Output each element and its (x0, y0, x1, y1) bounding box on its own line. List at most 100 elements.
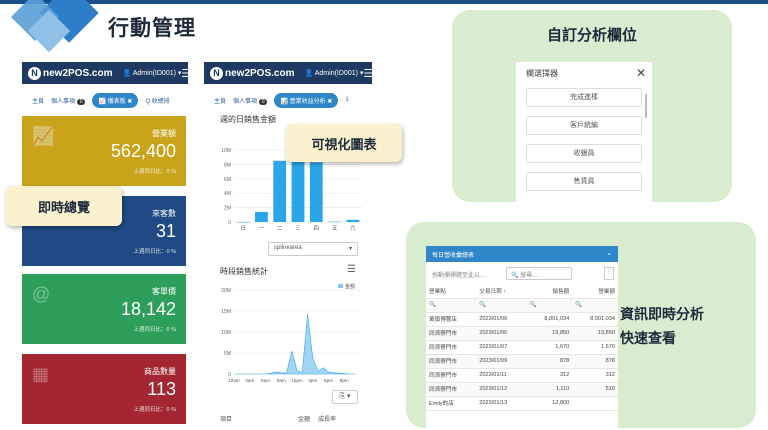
logo-icon: N (210, 66, 223, 80)
x-tick-label: 3pm (308, 378, 317, 383)
tab-sales-summary[interactable]: Q 收總排 (145, 96, 169, 105)
table-cell: Emily的店 (426, 396, 477, 411)
table-header-row: 營業點 交易日期 ↑ 銷售額 營業額 (426, 284, 618, 299)
user-menu[interactable]: 👤 Admin(ID001) ▾ (304, 69, 363, 77)
filter-search-icon[interactable]: 🔍 (526, 298, 573, 313)
tab-personal[interactable]: 個人事項 0 (233, 96, 268, 105)
filter-row: 🔍 🔍 🔍 🔍 (426, 298, 618, 313)
tab-home[interactable]: 主頁 (32, 96, 44, 105)
table-cell: 878 (526, 354, 573, 369)
filter-search-icon[interactable]: 🔍 (426, 298, 477, 313)
export-button[interactable]: ⎘ ▾ (332, 390, 358, 404)
table-cell: 19,850 (572, 326, 618, 341)
kpi-card-avg-ticket[interactable]: @ 客單價 18,142 上週同日比：0 % (22, 274, 186, 344)
kpi-title: 客單價 (152, 287, 176, 296)
col-item: 項目 (220, 417, 233, 423)
chevron-down-icon[interactable]: ⌄ (606, 249, 612, 257)
report-header[interactable]: 每日營收彙總表 ⌄ (426, 246, 618, 262)
close-icon[interactable]: ✕ (636, 66, 646, 80)
kpi-title: 營業額 (152, 129, 176, 138)
search-input[interactable]: 🔍 搜尋... (506, 267, 572, 280)
y-tick-label: 5M (224, 351, 231, 357)
table-row[interactable]: 同濟寮門市 2023/01/06 19,850 19,850 (426, 326, 618, 341)
chart-title-hourly: 時段銷售統計 (220, 267, 268, 276)
bar (291, 161, 305, 222)
tab-personal[interactable]: 個人事項 0 (51, 96, 86, 105)
x-tick-label: 12am (228, 378, 240, 383)
tab-more[interactable]: 1 (345, 97, 348, 103)
tab-dashboard[interactable]: 📈 儀表板 ✖ (92, 92, 139, 108)
kpi-compare: 上週同日比：0 % (133, 407, 176, 413)
hourly-sales-area-chart: 05M10M15M20M12am 3am 6am 9am 12pm 3pm 6pm 9pm金額 (221, 283, 360, 383)
slide: 行動管理 N new2POS.com 👤 Admin(ID001) ▾ ☰ 主頁… (0, 0, 768, 430)
col-header[interactable]: 交易日期 ↑ (476, 284, 527, 299)
bar (255, 211, 268, 222)
chooser-item[interactable]: 收銀員 (526, 144, 642, 163)
kpi-value: 562,400 (110, 141, 176, 161)
count-badge: 0 (258, 98, 268, 105)
legend-label: 金額 (345, 283, 355, 290)
table-row[interactable]: 同濟寮門市 2023/01/11 312 312 (426, 368, 618, 383)
x-tick-label: 一 (259, 226, 265, 232)
x-tick-label: 五 (332, 225, 338, 232)
user-name: Admin(ID001) (132, 70, 176, 77)
table-row[interactable]: 同濟寮門市 2023/01/12 1,110 510 (426, 382, 618, 397)
chart-menu-icon[interactable]: ☰ (347, 264, 356, 275)
x-tick-label: 日 (240, 225, 246, 232)
table-cell: 同濟寮門市 (426, 326, 477, 341)
table-row[interactable]: 同濟寮門市 2023/01/07 1,670 1,670 (426, 340, 618, 355)
report-toolbar: 拖動欄標題至此以... 🔍 搜尋... ⋮ (426, 262, 618, 284)
chooser-item[interactable]: 完成進樣 (526, 88, 642, 107)
y-tick-label: 4M (224, 191, 231, 197)
brand-logo[interactable]: N new2POS.com (210, 66, 295, 80)
y-tick-label: 15M (221, 309, 231, 315)
tab-revenue-analysis[interactable]: 📊 營業收益分析 ✖ (274, 92, 339, 108)
page-title: 行動管理 (108, 17, 196, 40)
table-row[interactable]: 同濟寮門市 2023/01/09 878 878 (426, 354, 618, 369)
x-tick-label: 三 (295, 225, 301, 232)
kpi-value: 113 (147, 379, 176, 399)
kpi-card-item-count[interactable]: ▦ 商品數量 113 上週同日比：0 % (22, 354, 186, 424)
y-tick-label: 10M (221, 148, 231, 154)
kpi-card-revenue[interactable]: 📈 營業額 562,400 上週同日比：0 % (22, 116, 186, 186)
x-tick-label: 3am (245, 378, 254, 383)
col-header[interactable]: 營業點 (426, 284, 477, 299)
col-amount: 金額 (298, 417, 311, 423)
table-row[interactable]: 黃旗博覽店 2023/01/06 8,001,034 8,001,034 (426, 312, 618, 327)
daily-revenue-report: 每日營收彙總表 ⌄ 拖動欄標題至此以... 🔍 搜尋... ⋮ 營業點 交易日期… (426, 246, 618, 428)
table-cell: 同濟寮門市 (426, 340, 477, 355)
bar (328, 221, 341, 223)
at-icon: @ (32, 284, 51, 304)
filter-search-icon[interactable]: 🔍 (572, 298, 618, 313)
x-tick-label: 六 (350, 224, 356, 232)
y-tick-label: 6M (224, 177, 231, 183)
more-options-icon[interactable]: ⋮ (604, 267, 614, 280)
col-header[interactable]: 銷售額 (526, 284, 573, 299)
col-header[interactable]: 營業額 (572, 284, 618, 299)
x-tick-label: 9pm (340, 378, 349, 383)
logo-text: new2POS.com (225, 67, 295, 79)
kpi-value: 31 (155, 221, 176, 241)
chooser-item[interactable]: 售貨員 (526, 172, 642, 191)
filter-search-icon[interactable]: 🔍 (476, 298, 527, 313)
table-row[interactable]: Emily的店 2023/01/13 12,800 (426, 396, 618, 411)
table-cell: 1,670 (526, 340, 573, 355)
app-navbar: N new2POS.com 👤 Admin(ID001) ▾ ☰ (204, 62, 372, 84)
table-cell: 510 (572, 382, 618, 397)
bar (346, 219, 360, 222)
scrollbar[interactable] (645, 94, 647, 118)
hamburger-menu-icon[interactable]: ☰ (363, 67, 372, 80)
tab-label: 個人事項 (51, 98, 76, 105)
hamburger-menu-icon[interactable]: ☰ (181, 67, 188, 80)
table-cell: 2023/01/13 (476, 396, 527, 411)
tab-home[interactable]: 主頁 (214, 96, 226, 105)
app-navbar: N new2POS.com 👤 Admin(ID001) ▾ ☰ (22, 62, 188, 84)
chart-type-select[interactable]: splinearea ▾ (268, 242, 358, 256)
table-cell: 19,850 (526, 326, 573, 341)
user-menu[interactable]: 👤 Admin(ID001) ▾ (122, 69, 181, 77)
x-tick-label: 12pm (291, 378, 303, 383)
callout-realtime-overview: 即時總覽 (6, 186, 122, 226)
table-cell: 黃旗博覽店 (426, 312, 477, 327)
brand-logo[interactable]: N new2POS.com (28, 66, 112, 80)
chooser-item[interactable]: 客戶統編 (526, 116, 642, 135)
